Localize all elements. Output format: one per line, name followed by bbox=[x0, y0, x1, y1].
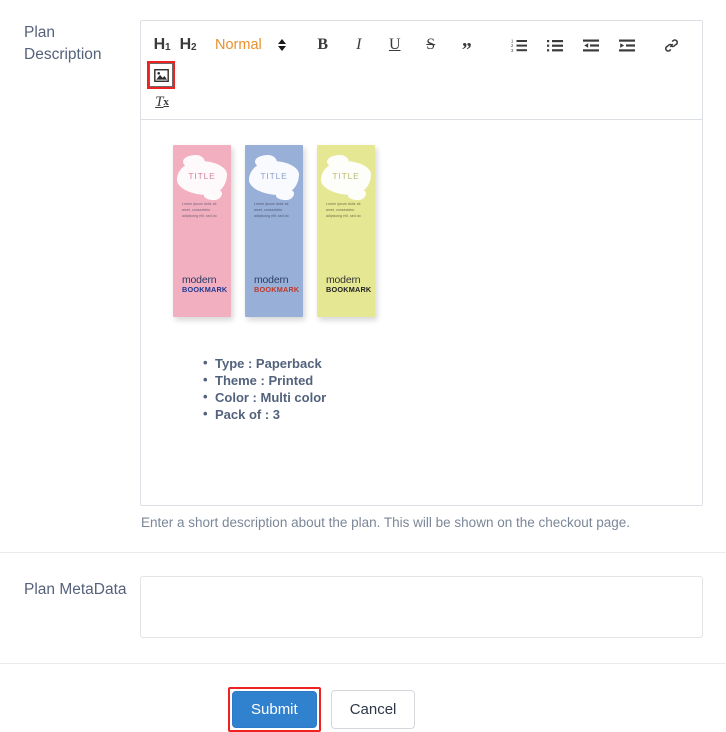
bookmark-body-text: Lorem ipsum dolor sit amet, consectetur … bbox=[326, 202, 361, 218]
plan-description-help-text: Enter a short description about the plan… bbox=[141, 515, 631, 530]
plan-description-label-line-1: Plan bbox=[24, 24, 56, 41]
bold-icon[interactable]: B bbox=[310, 32, 336, 58]
bookmark-card: TITLE Lorem ipsum dolor sit amet, consec… bbox=[245, 145, 303, 317]
bookmark-brand: modern BOOKMARK bbox=[182, 275, 227, 295]
paragraph-style-select[interactable]: Normal bbox=[215, 37, 286, 53]
bookmark-card: TITLE Lorem ipsum dolor sit amet, consec… bbox=[317, 145, 375, 317]
underline-icon[interactable]: U bbox=[382, 32, 408, 58]
bookmark-body-text: Lorem ipsum dolor sit amet, consectetur … bbox=[182, 202, 217, 218]
h2-sub: 2 bbox=[190, 41, 197, 53]
bookmark-brand: modern BOOKMARK bbox=[254, 275, 299, 295]
bookmark-brand-bottom: BOOKMARK bbox=[254, 285, 300, 295]
ordered-list-icon[interactable]: 1 2 3 bbox=[506, 32, 532, 58]
h2-text: H bbox=[179, 36, 192, 53]
svg-text:3: 3 bbox=[511, 47, 514, 52]
list-item: Theme : Printed bbox=[203, 371, 702, 389]
product-spec-list: Type : Paperback Theme : Printed Color :… bbox=[141, 354, 702, 423]
bookmark-title: TITLE bbox=[332, 171, 360, 181]
plan-metadata-label: Plan MetaData bbox=[24, 580, 127, 598]
plan-metadata-input[interactable] bbox=[140, 575, 703, 638]
editor-toolbar: H1 H2 Normal B I U S ” 1 2 3 T x bbox=[141, 21, 702, 120]
bookmark-body-text: Lorem ipsum dolor sit amet, consectetur … bbox=[254, 202, 289, 218]
italic-icon[interactable]: I bbox=[346, 32, 372, 58]
list-item: Color : Multi color bbox=[203, 388, 702, 406]
bookmark-brand-bottom: BOOKMARK bbox=[326, 285, 372, 295]
heading-1-icon[interactable]: H1 bbox=[149, 32, 175, 58]
strikethrough-icon[interactable]: S bbox=[418, 32, 444, 58]
plan-description-label: Plan Description bbox=[0, 0, 140, 67]
plan-description-row: Plan Description H1 H2 Normal B I U S ” … bbox=[0, 0, 726, 533]
bookmark-brand-bottom: BOOKMARK bbox=[182, 285, 228, 295]
outdent-icon[interactable] bbox=[578, 32, 604, 58]
plan-metadata-row: Plan MetaData bbox=[0, 553, 726, 643]
plan-description-control: H1 H2 Normal B I U S ” 1 2 3 T x TITLE L… bbox=[140, 0, 726, 533]
blockquote-icon[interactable]: ” bbox=[454, 27, 480, 63]
cancel-button[interactable]: Cancel bbox=[330, 689, 416, 729]
bookmark-card: TITLE Lorem ipsum dolor sit amet, consec… bbox=[173, 145, 231, 317]
chevron-updown-icon[interactable] bbox=[277, 38, 286, 52]
form-action-bar: Submit Cancel bbox=[0, 664, 726, 732]
clear-format-text: T bbox=[155, 93, 164, 110]
bookmark-title: TITLE bbox=[188, 171, 216, 181]
clear-formatting-icon[interactable]: Tx bbox=[149, 89, 175, 115]
link-icon[interactable] bbox=[658, 32, 684, 58]
editor-toolbar-row-2: Tx bbox=[149, 87, 694, 115]
clear-format-sub: x bbox=[163, 96, 169, 108]
insert-image-icon[interactable] bbox=[147, 61, 175, 89]
bookmark-image: TITLE Lorem ipsum dolor sit amet, consec… bbox=[141, 120, 702, 317]
rich-text-editor: H1 H2 Normal B I U S ” 1 2 3 T x TITLE L… bbox=[140, 20, 703, 506]
h1-text: H bbox=[153, 36, 166, 53]
h1-sub: 1 bbox=[164, 41, 171, 53]
submit-button[interactable]: Submit bbox=[232, 690, 317, 728]
bookmark-brand: modern BOOKMARK bbox=[326, 275, 371, 295]
list-item: Type : Paperback bbox=[203, 354, 702, 372]
indent-icon[interactable] bbox=[614, 32, 640, 58]
heading-2-icon[interactable]: H2 bbox=[175, 32, 201, 58]
plan-description-label-line-2: Description bbox=[24, 46, 102, 64]
bookmark-title: TITLE bbox=[260, 171, 288, 181]
editor-content-area[interactable]: TITLE Lorem ipsum dolor sit amet, consec… bbox=[141, 120, 702, 505]
bullet-list-icon[interactable] bbox=[542, 32, 568, 58]
list-item: Pack of : 3 bbox=[203, 405, 702, 423]
submit-highlight-box: Submit bbox=[228, 686, 321, 732]
plan-metadata-control bbox=[140, 553, 726, 643]
